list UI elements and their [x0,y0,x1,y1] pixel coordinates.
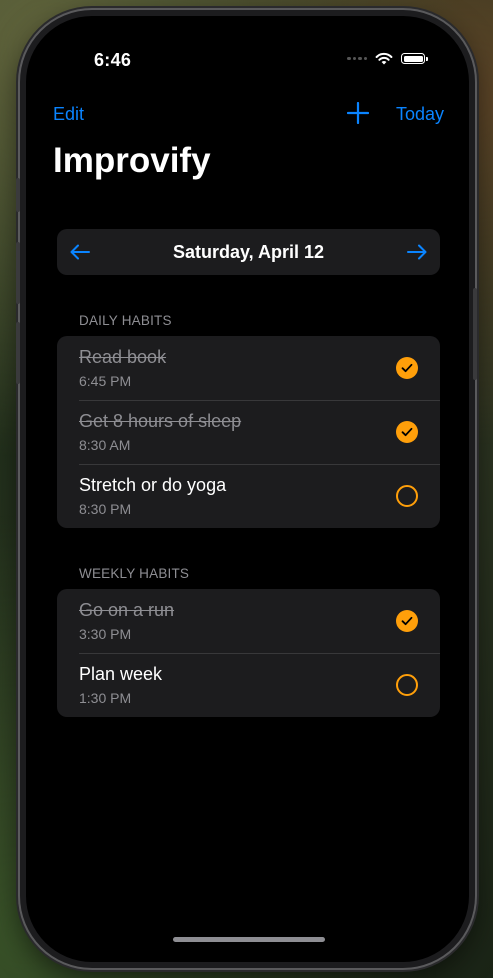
habit-time: 8:30 AM [79,437,131,453]
weekly-habits-list: Go on a run 3:30 PM Plan week 1:30 PM [57,589,440,717]
habit-time: 6:45 PM [79,373,132,389]
status-time: 6:46 [94,50,132,70]
habit-title: Go on a run [79,600,175,620]
action-button [16,178,20,212]
volume-up-button [16,242,20,304]
empty-circle-icon[interactable] [396,674,418,696]
habit-title: Stretch or do yoga [79,475,227,495]
daily-habits-header: DAILY HABITS [79,313,172,328]
habit-time: 3:30 PM [79,626,132,642]
home-indicator[interactable] [173,937,325,942]
volume-down-button [16,322,20,384]
empty-circle-icon[interactable] [396,485,418,507]
previous-day-button[interactable] [57,229,103,275]
habit-time: 8:30 PM [79,501,132,517]
habit-row[interactable]: Plan week 1:30 PM [57,653,440,717]
wifi-icon [375,52,393,65]
arrow-left-icon [70,244,90,260]
checkmark-icon[interactable] [396,357,418,379]
habit-time: 1:30 PM [79,690,132,706]
habit-row[interactable]: Read book 6:45 PM [57,336,440,400]
habit-row[interactable]: Get 8 hours of sleep 8:30 AM [57,400,440,464]
battery-icon [401,53,428,64]
checkmark-icon[interactable] [396,610,418,632]
habit-row[interactable]: Stretch or do yoga 8:30 PM [57,464,440,528]
daily-habits-list: Read book 6:45 PM Get 8 hours of sleep 8… [57,336,440,528]
page-title: Improvify [53,141,211,180]
date-label: Saturday, April 12 [172,241,325,262]
status-icons [347,52,428,65]
arrow-right-icon [407,244,427,260]
checkmark-icon[interactable] [396,421,418,443]
edit-button[interactable]: Edit [53,104,84,125]
habit-title: Get 8 hours of sleep [79,411,242,431]
today-button[interactable]: Today [396,104,444,125]
weekly-habits-header: WEEKLY HABITS [79,566,190,581]
date-navigator: Saturday, April 12 [57,229,440,275]
add-habit-button[interactable] [347,102,369,124]
habit-title: Read book [79,347,167,367]
habit-row[interactable]: Go on a run 3:30 PM [57,589,440,653]
next-day-button[interactable] [394,229,440,275]
power-button [473,288,477,380]
phone-screen: 6:46 Edit Today Improvify Saturday, Apri… [26,16,469,962]
habit-title: Plan week [79,664,163,684]
cellular-icon [347,56,367,61]
